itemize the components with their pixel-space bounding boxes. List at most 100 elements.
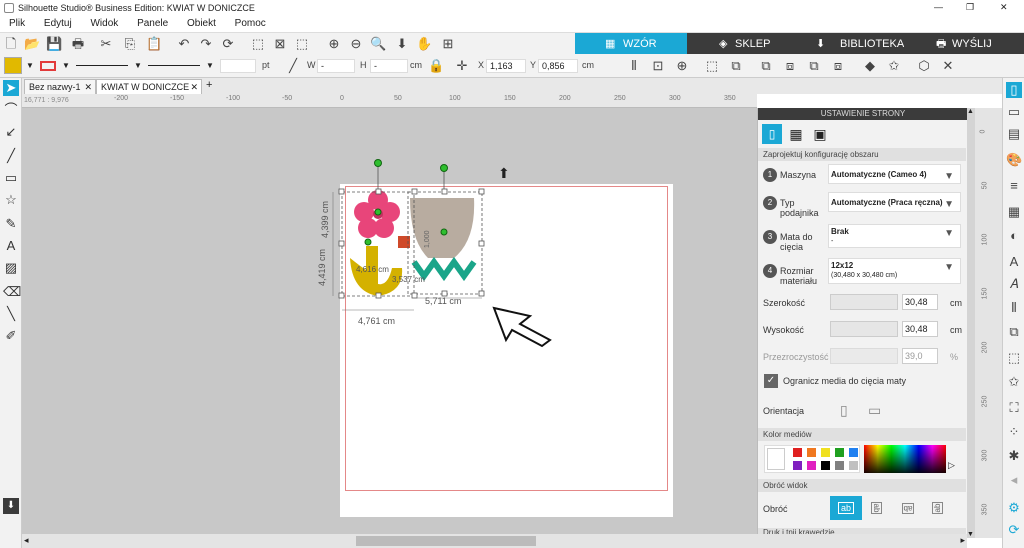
star-modify-icon[interactable]: ✩ [1006,374,1022,390]
zigzag-shape[interactable] [411,256,477,282]
swatch-yellow[interactable] [821,448,830,457]
media-size-select[interactable]: 12x12 (30,480 x 30,480 cm) ▼ [828,258,961,284]
rotate-0-button[interactable]: ab [830,496,862,520]
height-label: Wysokość [763,325,804,335]
transparency-slider[interactable] [830,348,898,364]
rotate-180-button[interactable]: ab [896,498,920,518]
dimension-label: 4,419 cm [317,248,327,286]
grid-settings-icon[interactable]: ▦ [786,124,806,144]
sync-icon[interactable]: ⟳ [1006,522,1022,538]
swatch-white[interactable] [767,448,785,470]
swatch-green[interactable] [835,448,844,457]
vruler-tick-label: 350 [981,503,989,516]
vruler-tick-label: 0 [979,129,987,134]
swatch-blue[interactable] [849,448,858,457]
feed-type-label-2: podajnika [780,208,819,218]
puzzle-icon[interactable]: ✱ [1006,448,1022,464]
landscape-orientation-icon[interactable]: ▭ [868,402,881,419]
chevron-down-icon: ▼ [944,228,954,239]
width-unit: cm [950,298,962,308]
pix-scan-icon[interactable]: ▤ [1006,126,1022,142]
mat-label-2: cięcia [780,242,804,252]
rotate-label: Obróć [763,504,788,514]
feed-type-select[interactable]: Automatyczne (Praca ręczna) ▼ [828,192,961,212]
limit-media-label: Ogranicz media do cięcia maty [783,376,907,386]
right-toolbar: ▯ ▭ ▤ 🎨 ≡ ▦ ◐ A 𝐴 ⫴ ⧉ ⬚ ✩ ⛶ ⁘ ✱ ◂ ⚙ ⟳ [1002,78,1024,548]
cutting-mat-select[interactable]: Brak - ▼ [828,224,961,248]
vruler-tick-label: 200 [981,341,989,354]
vertical-ruler: ▲ ▼ 0 50 100 150 200 250 300 350 [967,108,1002,538]
collapse-arrow-icon[interactable]: ◂ [1006,472,1022,488]
swatch-orange[interactable] [807,448,816,457]
height-value-input[interactable]: 30,48 [902,321,938,337]
vruler-tick-label: 100 [981,233,989,246]
panel-title: USTAWIENIE STRONY [758,108,968,120]
center-handle[interactable] [374,208,382,216]
dimension-label: 5,711 cm [425,296,462,306]
chevron-down-icon: ▼ [944,262,954,273]
dots-icon[interactable]: ⁘ [1006,424,1022,440]
height-slider[interactable] [830,321,898,337]
feed-type-label: Typ [780,198,795,208]
step-badge: 4 [763,264,777,278]
rotate-90-button[interactable]: ab [866,498,886,518]
center-handle[interactable] [364,238,372,246]
swatch-lightgray[interactable] [849,461,858,470]
rotate-handle[interactable] [440,164,448,172]
transparency-icon[interactable]: ◐ [1006,228,1022,244]
portrait-orientation-icon[interactable]: ▯ [840,402,848,419]
scroll-right-icon[interactable]: ▸ [960,535,965,546]
color-spectrum-picker[interactable] [864,445,946,473]
offset-icon[interactable]: ⬚ [1006,350,1022,366]
page-setup-icon[interactable]: ▯ [1006,82,1022,98]
scroll-up-icon[interactable]: ▲ [967,108,974,115]
transparency-unit: % [950,352,959,362]
swatch-purple[interactable] [793,461,802,470]
dimension-label: 4,616 cm [356,265,389,274]
step-badge: 1 [763,168,777,182]
dimension-label: 4,761 cm [358,316,396,326]
registration-icon[interactable]: ▣ [810,124,830,144]
transparency-value-input[interactable]: 39,0 [902,348,938,364]
orientation-label: Orientacja [763,406,805,416]
rotate-handle[interactable] [374,159,382,167]
swatch-black[interactable] [821,461,830,470]
pot-shape[interactable] [410,198,475,258]
chevron-down-icon: ▼ [944,171,954,182]
transparency-label: Przezroczystość [763,352,829,362]
dimension-label: 4,399 cm [320,200,330,238]
section-header: Zaprojektuj konfigurację obszaru [758,148,966,161]
text-style-icon[interactable]: A [1006,254,1022,270]
width-slider[interactable] [830,294,898,310]
swatch-pink[interactable] [807,461,816,470]
scroll-down-icon[interactable]: ▼ [967,531,974,538]
machine-select[interactable]: Automatyczne (Cameo 4) ▼ [828,164,961,184]
swatch-red[interactable] [793,448,802,457]
color-swatches [764,445,860,473]
picker-arrow-icon[interactable]: ▷ [948,460,955,471]
page-view-icon[interactable]: ▭ [1006,104,1022,120]
dimension-label: 3,537 cm [392,275,425,284]
center-handle[interactable] [440,228,448,236]
panel-scrollbar[interactable]: ▲ ▼ [967,108,975,538]
page-icon[interactable]: ▯ [762,124,782,144]
height-unit: cm [950,325,962,335]
rotate-270-button[interactable]: ab [928,498,948,518]
horizontal-scrollbar[interactable]: ◂ ▸ [22,534,967,548]
text-path-icon[interactable]: 𝐴 [1006,276,1022,292]
machine-label: Maszyna [780,170,817,180]
scroll-thumb[interactable] [356,536,536,546]
trace-icon[interactable]: ⛶ [1006,400,1022,416]
align-panel-icon[interactable]: ⫴ [1006,300,1022,316]
chevron-down-icon: ▼ [944,199,954,210]
fill-pattern-icon[interactable]: ▦ [1006,204,1022,220]
palette-icon[interactable]: 🎨 [1006,152,1022,168]
scroll-left-icon[interactable]: ◂ [24,535,29,546]
limit-media-checkbox[interactable]: ✓ [764,374,778,388]
width-value-input[interactable]: 30,48 [902,294,938,310]
swatch-gray[interactable] [835,461,844,470]
line-style-icon[interactable]: ≡ [1006,178,1022,194]
settings-gear-icon[interactable]: ⚙ [1006,500,1022,516]
replicate-icon[interactable]: ⧉ [1006,324,1022,340]
page-setup-panel: USTAWIENIE STRONY ▯ ▦ ▣ Zaprojektuj konf… [757,108,968,538]
